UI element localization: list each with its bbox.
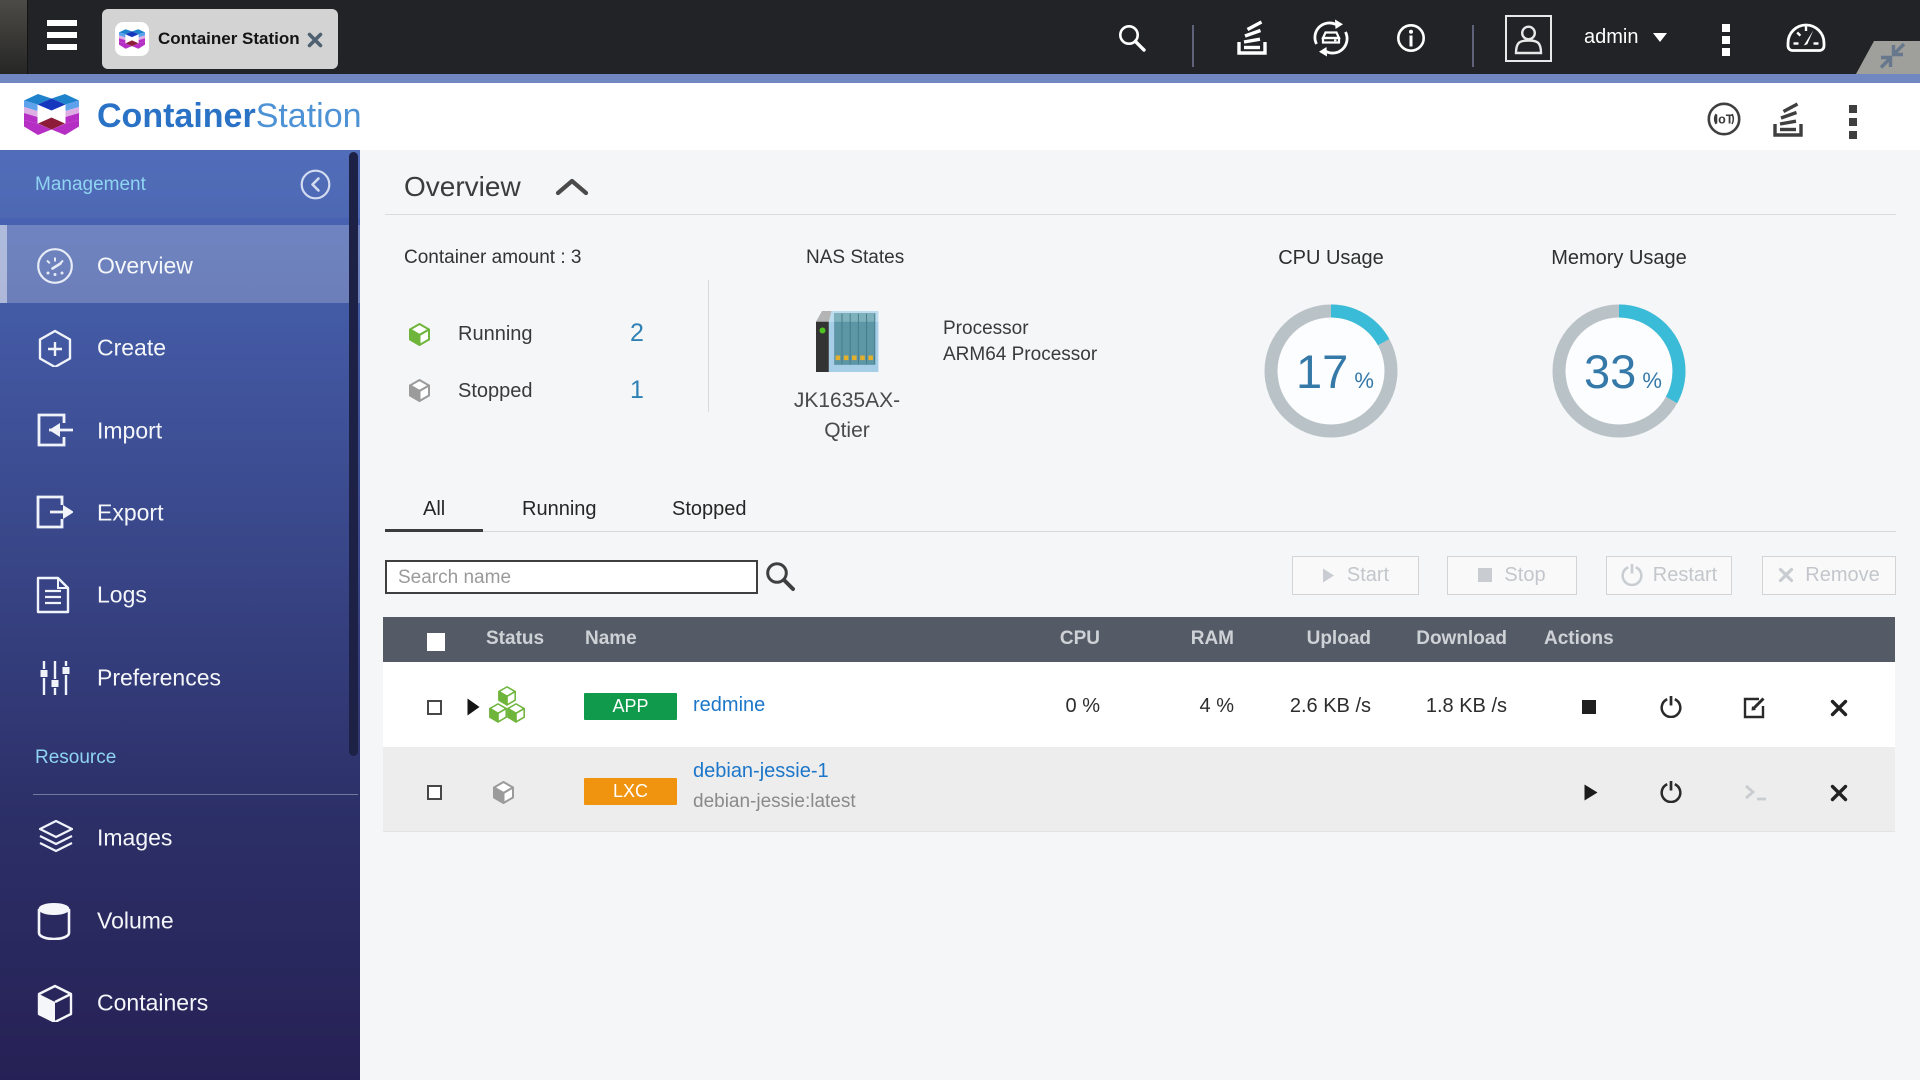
svg-text:IoT: IoT — [1715, 113, 1734, 127]
